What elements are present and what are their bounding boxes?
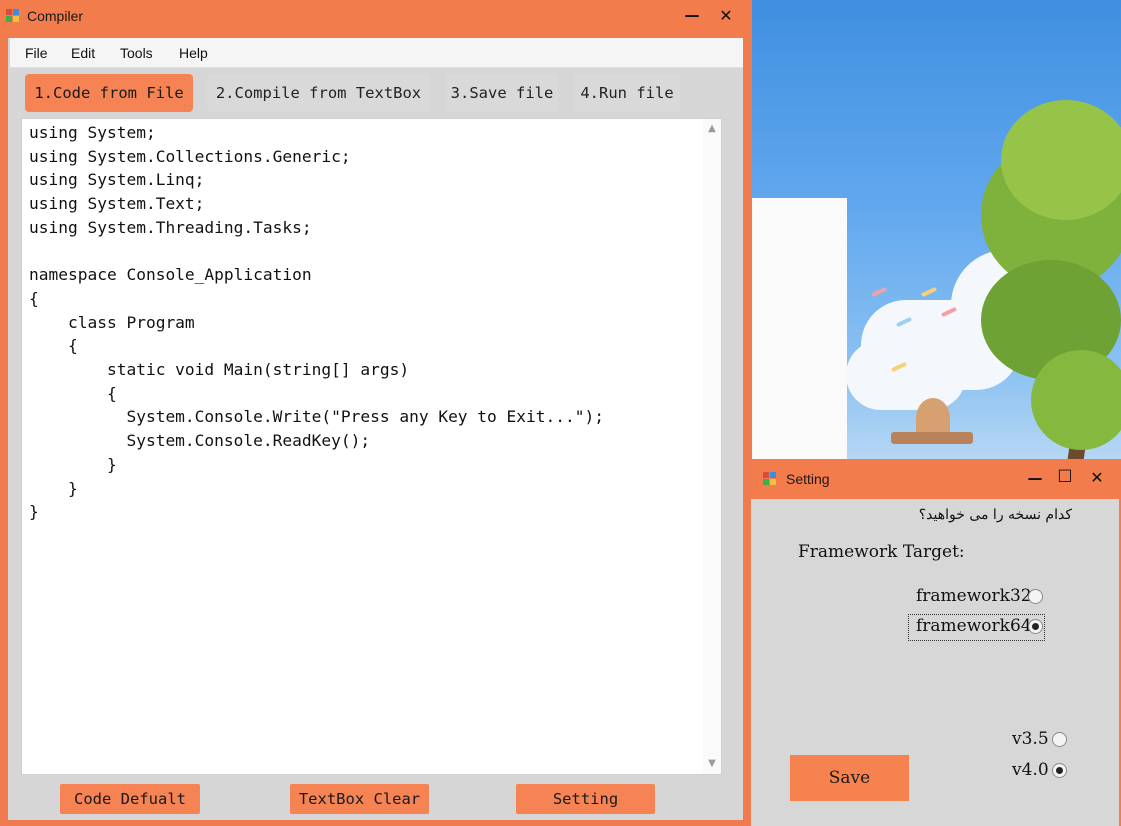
framework32-radio[interactable] (1028, 589, 1043, 604)
v35-radio[interactable] (1052, 732, 1067, 747)
code-line: { (29, 288, 39, 308)
code-line: System.Console.Write("Press any Key to E… (29, 407, 604, 427)
code-textbox[interactable]: using System; using System.Collections.Ge… (21, 118, 722, 775)
tab-run-file[interactable]: 4.Run file (574, 74, 680, 112)
minimize-button[interactable]: — (1023, 469, 1047, 487)
ribbon (870, 286, 888, 298)
code-line: { (29, 336, 78, 356)
maximize-button[interactable]: ☐ (1053, 467, 1077, 487)
window-title: Compiler (27, 8, 84, 24)
code-line: static void Main(string[] args) (29, 360, 410, 380)
code-line: using System.Collections.Generic; (29, 146, 351, 166)
scroll-up-icon[interactable]: ▲ (703, 121, 721, 137)
menu-help[interactable]: Help (179, 45, 208, 61)
close-button[interactable]: ✕ (714, 6, 738, 25)
code-line: using System.Linq; (29, 170, 205, 190)
tree-foliage (1001, 100, 1121, 220)
code-text: using System; using System.Collections.Ge… (29, 121, 704, 771)
setting-button[interactable]: Setting (516, 784, 655, 814)
framework64-radio[interactable] (1028, 619, 1043, 634)
scroll-down-icon[interactable]: ▼ (703, 756, 721, 772)
code-line: { (29, 383, 117, 403)
tab-compile-from-textbox[interactable]: 2.Compile from TextBox (207, 74, 430, 112)
menu-bar: File Edit Tools Help (10, 38, 743, 68)
tree-foliage (1031, 350, 1121, 450)
framework-target-label: Framework Target: (798, 542, 965, 562)
save-button[interactable]: Save (790, 755, 909, 801)
v40-radio[interactable] (1052, 763, 1067, 778)
v40-label[interactable]: v4.0 (1012, 760, 1049, 780)
code-line: } (29, 454, 117, 474)
tab-code-from-file[interactable]: 1.Code from File (25, 74, 193, 112)
code-line: } (29, 502, 39, 522)
app-icon (6, 9, 20, 23)
close-button[interactable]: ✕ (1085, 468, 1109, 487)
code-line: } (29, 478, 78, 498)
textbox-clear-button[interactable]: TextBox Clear (290, 784, 429, 814)
compiler-client-area: File Edit Tools Help 1.Code from File 2.… (8, 38, 743, 820)
menu-tools[interactable]: Tools (120, 45, 153, 61)
setting-window: Setting — ☐ ✕ کدام نسخه را می خواهید؟ Fr… (751, 459, 1121, 826)
ribbon (920, 286, 938, 298)
minimize-button[interactable]: — (680, 6, 704, 24)
code-line: namespace Console_Application (29, 265, 312, 285)
cloud (846, 340, 966, 410)
code-line: class Program (29, 312, 195, 332)
framework64-label[interactable]: framework64 (916, 616, 1032, 636)
version-question: کدام نسخه را می خواهید؟ (918, 507, 1072, 523)
menu-edit[interactable]: Edit (71, 45, 95, 61)
code-line: using System; (29, 123, 156, 142)
code-line: System.Console.ReadKey(); (29, 431, 371, 451)
framework32-label[interactable]: framework32 (916, 586, 1032, 606)
code-line: using System.Threading.Tasks; (29, 217, 312, 237)
code-line: using System.Text; (29, 194, 205, 214)
compiler-window: Compiler — ✕ File Edit Tools Help 1.Code… (0, 0, 752, 826)
compiler-titlebar[interactable]: Compiler — ✕ (0, 0, 752, 38)
vertical-scrollbar[interactable]: ▲ ▼ (703, 119, 721, 774)
code-default-button[interactable]: Code Defualt (60, 784, 200, 814)
pavilion-roof (891, 432, 973, 444)
app-icon (763, 472, 777, 486)
background-window-fragment (751, 198, 847, 498)
window-title: Setting (786, 471, 830, 487)
setting-titlebar[interactable]: Setting — ☐ ✕ (751, 459, 1121, 499)
tab-save-file[interactable]: 3.Save file (446, 74, 558, 112)
menu-file[interactable]: File (25, 45, 48, 61)
v35-label[interactable]: v3.5 (1012, 729, 1049, 749)
